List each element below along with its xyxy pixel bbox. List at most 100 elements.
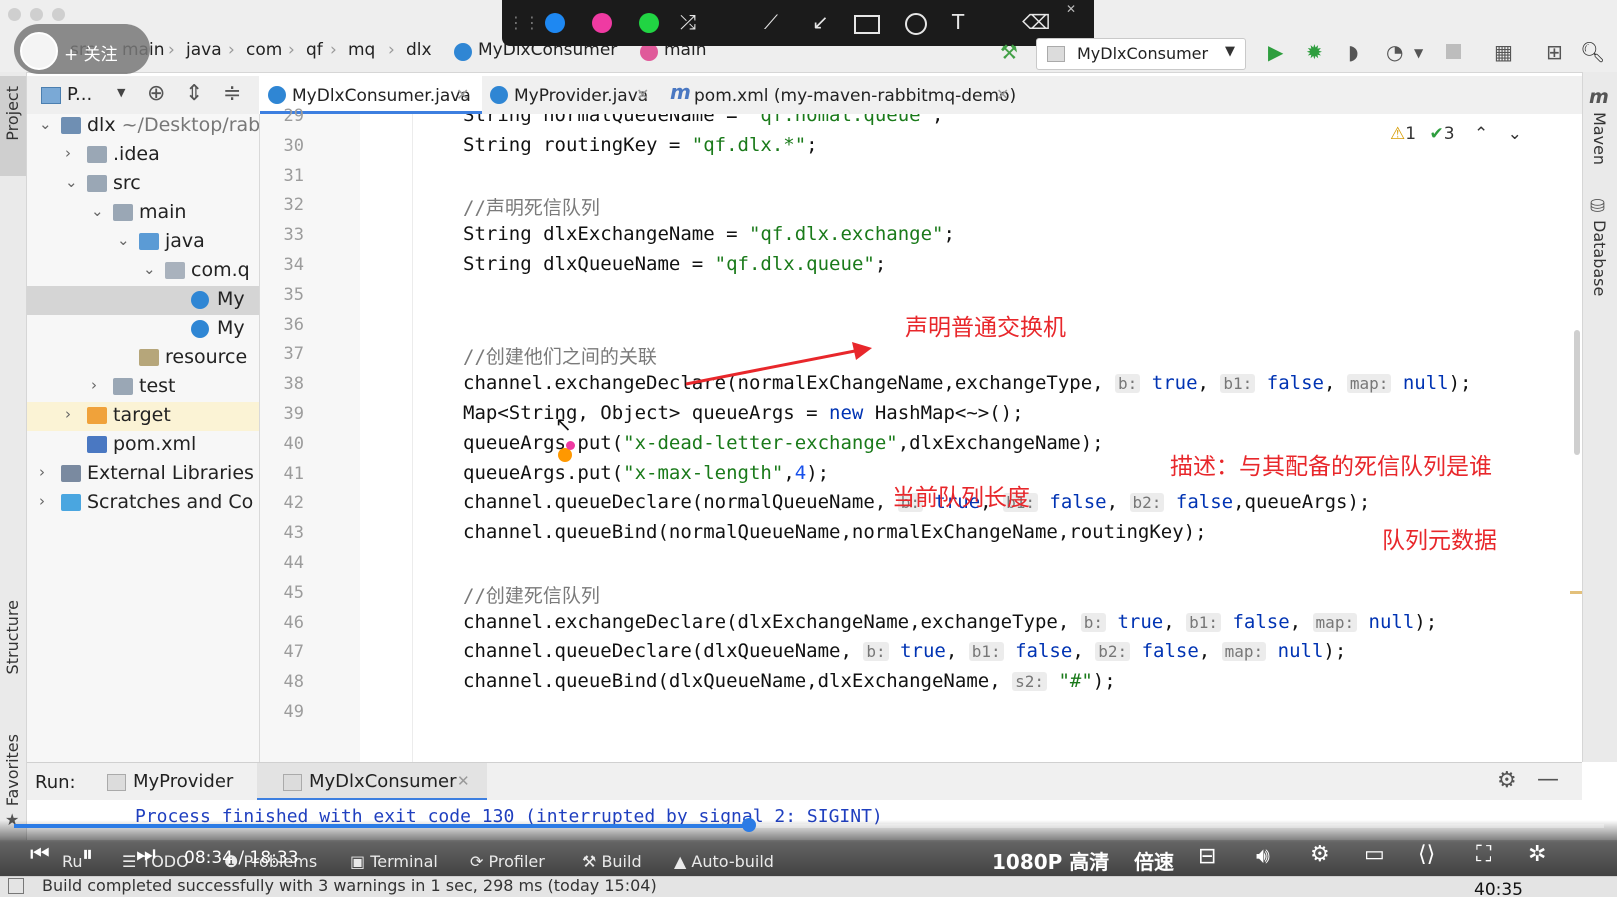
code-line[interactable]: //声明死信队列 (463, 193, 600, 220)
tree-item[interactable]: pom.xml (27, 431, 259, 460)
chevron-up-icon[interactable]: ⌃ (1474, 124, 1488, 144)
close-icon[interactable]: ✕ (457, 772, 470, 790)
close-icon[interactable]: ✕ (636, 85, 649, 104)
coverage-icon[interactable]: ◗ (1348, 40, 1359, 64)
code-line[interactable]: channel.exchangeDeclare(dlxExchangeName,… (463, 611, 1437, 633)
close-icon[interactable]: ✕ (456, 85, 469, 104)
code-line[interactable]: String normalQueueName = "qf.nomal.queue… (463, 114, 943, 126)
code-line[interactable]: channel.exchangeDeclare(normalExChangeNa… (463, 372, 1472, 394)
hammer-icon[interactable]: ⚒ (1000, 40, 1018, 64)
eraser-icon[interactable]: ⌫ (1022, 10, 1050, 34)
gear-icon[interactable]: ⚙ (1497, 768, 1517, 793)
pause-icon[interactable]: ⏸ (82, 842, 93, 867)
database-tool-label[interactable]: Database (1590, 220, 1609, 296)
breadcrumb-item[interactable]: com (246, 40, 282, 60)
danmaku-off-icon[interactable]: ⊟ (1198, 844, 1216, 869)
tree-item[interactable]: › test (27, 373, 259, 402)
code-line[interactable]: //创建他们之间的关联 (463, 342, 657, 369)
code-line[interactable]: String dlxQueueName = "qf.dlx.queue"; (463, 253, 886, 275)
tool-button-auto-build[interactable]: ▲ Auto-build (674, 852, 774, 871)
code-editor[interactable]: String normalQueueName = "qf.nomal.queue… (413, 114, 1582, 762)
favorites-tool-label[interactable]: Favorites (3, 734, 22, 806)
tree-item[interactable]: › Scratches and Co (27, 489, 259, 518)
share-icon[interactable]: ✲ (1528, 842, 1546, 867)
window-close-button[interactable] (8, 8, 21, 21)
collapse-all-icon[interactable]: ≑ (223, 81, 241, 106)
chevron-down-icon[interactable]: ⌄ (117, 231, 130, 249)
chevron-down-icon[interactable]: ⌄ (39, 115, 52, 133)
tree-item[interactable]: My (27, 286, 259, 315)
video-progress-handle[interactable] (741, 818, 756, 832)
window-zoom-button[interactable] (52, 8, 65, 21)
tree-item[interactable]: ⌄ src (27, 170, 259, 199)
speed-button[interactable]: 倍速 (1134, 846, 1174, 875)
search-icon[interactable]: 🔍︎ (1580, 40, 1605, 64)
run-configuration-select[interactable]: MyDlxConsumer ▼ (1036, 38, 1246, 70)
debug-icon[interactable]: ✹ (1306, 40, 1323, 64)
code-line[interactable]: channel.queueDeclare(dlxQueueName, b: tr… (463, 640, 1346, 662)
tree-item[interactable]: ⌄ java (27, 228, 259, 257)
inspection-widget[interactable]: ⚠1 ✔3 ⌃ ⌄ (1390, 124, 1522, 144)
editor-tab[interactable]: MyProvider.java ✕ (482, 76, 662, 114)
code-line[interactable]: queueArgs.put("x-max-length",4); (463, 462, 829, 484)
project-structure-icon[interactable]: ▦ (1494, 40, 1513, 64)
structure-tool-label[interactable]: Structure (3, 600, 22, 674)
quality-button[interactable]: 1080P 高清 (992, 846, 1109, 875)
run-tab-active[interactable]: MyDlxConsumer ✕ (257, 763, 487, 801)
code-line[interactable]: Map<String, Object> queueArgs = new Hash… (463, 402, 1024, 424)
chevron-right-icon[interactable]: › (65, 405, 71, 423)
tree-item[interactable]: › target (27, 402, 259, 431)
run-icon[interactable]: ▶ (1268, 40, 1283, 64)
tool-button-profiler[interactable]: ⟳ Profiler (470, 852, 545, 871)
project-tool-label[interactable]: Project (3, 86, 22, 141)
code-line[interactable]: //创建死信队列 (463, 581, 600, 608)
picture-in-picture-icon[interactable]: ▭ (1364, 842, 1385, 867)
pen-line-icon[interactable]: ⟋ (764, 10, 778, 34)
settings-icon[interactable]: ⚙ (1310, 842, 1330, 867)
tree-item[interactable]: resource (27, 344, 259, 373)
drag-handle-icon[interactable]: ⋮⋮ (508, 13, 540, 32)
breadcrumb-item[interactable]: mq (348, 40, 375, 60)
breadcrumb-item[interactable]: qf (306, 40, 323, 60)
pink-color-icon[interactable] (592, 13, 612, 33)
chevron-down-icon[interactable]: ▼ (117, 86, 125, 99)
close-icon[interactable]: ✕ (996, 85, 1009, 104)
stop-icon[interactable] (1446, 44, 1461, 59)
chevron-down-icon[interactable]: ⌄ (91, 202, 104, 220)
tool-window-toggle-icon[interactable] (8, 878, 24, 894)
chevron-right-icon[interactable]: › (91, 376, 97, 394)
tool-button-build[interactable]: ⚒ Build (582, 852, 642, 871)
code-line[interactable]: String dlxExchangeName = "qf.dlx.exchang… (463, 223, 955, 245)
locate-icon[interactable]: ⊕ (147, 81, 165, 106)
tree-item[interactable]: ⌄ com.q (27, 257, 259, 286)
chevron-down-icon[interactable]: ⌄ (143, 260, 156, 278)
chevron-right-icon[interactable]: › (65, 144, 71, 162)
tree-item[interactable]: My (27, 315, 259, 344)
tool-button-run[interactable]: Ru (62, 852, 83, 871)
blue-color-icon[interactable] (545, 13, 565, 33)
maven-tool-label[interactable]: Maven (1590, 112, 1609, 165)
circle-tool-icon[interactable] (905, 13, 927, 35)
window-minimize-button[interactable] (30, 8, 43, 21)
chevron-right-icon[interactable]: › (39, 492, 45, 510)
volume-icon[interactable]: 🔊︎ (1256, 844, 1270, 869)
breadcrumb-item[interactable]: java (186, 40, 222, 60)
next-icon[interactable]: ⏭ (136, 842, 156, 867)
editor-scrollbar[interactable] (1574, 330, 1580, 455)
tool-button-terminal[interactable]: ▣ Terminal (350, 852, 438, 871)
chevron-down-icon[interactable]: ▼ (1414, 46, 1423, 60)
expand-all-icon[interactable]: ⇕ (185, 81, 203, 106)
green-color-icon[interactable] (639, 13, 659, 33)
arrow-tool-icon[interactable]: ↙ (812, 10, 829, 34)
tree-item[interactable]: ⌄ main (27, 199, 259, 228)
code-line[interactable]: String routingKey = "qf.dlx.*"; (463, 134, 818, 156)
code-line[interactable]: channel.queueBind(dlxQueueName,dlxExchan… (463, 670, 1116, 692)
editor-tab[interactable]: m pom.xml (my-maven-rabbitmq-demo) ✕ (662, 76, 1022, 114)
tree-item[interactable]: › External Libraries (27, 460, 259, 489)
hide-icon[interactable]: — (1537, 767, 1559, 792)
project-view-select[interactable]: P... (67, 84, 92, 105)
code-line[interactable]: channel.queueBind(normalQueueName,normal… (463, 521, 1207, 543)
fullscreen-icon[interactable]: ⛶ (1476, 842, 1491, 867)
chevron-down-icon[interactable]: ⌄ (1508, 124, 1522, 144)
layout-icon[interactable]: ⊞ (1546, 40, 1563, 64)
